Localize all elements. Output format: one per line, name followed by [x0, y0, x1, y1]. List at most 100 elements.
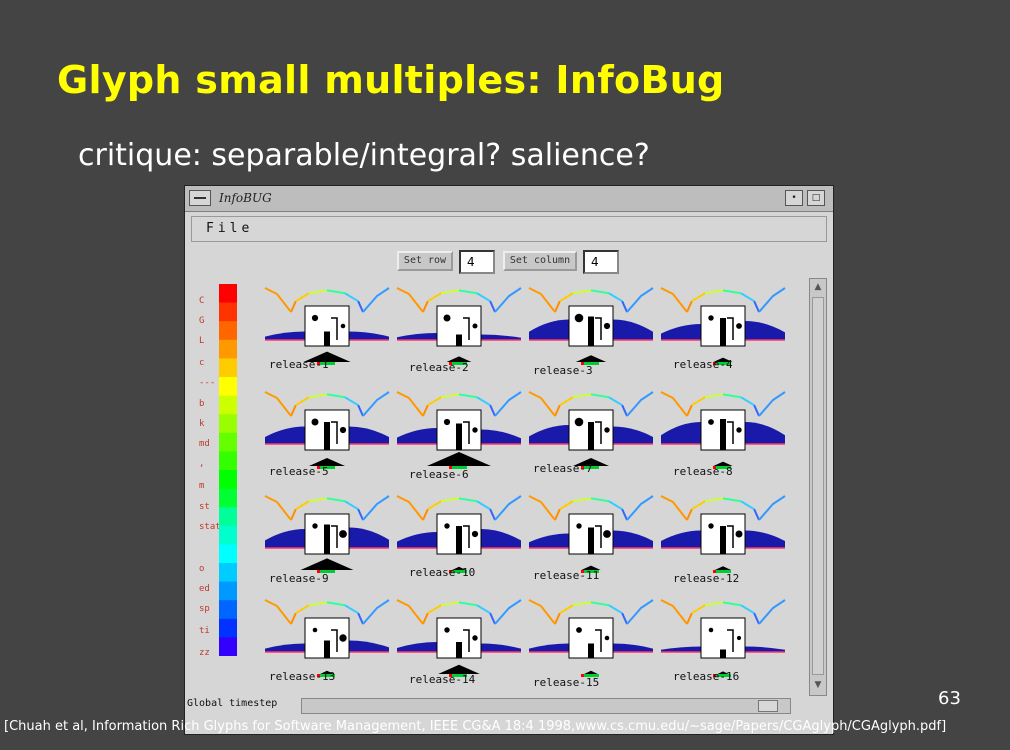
set-column-field[interactable]: 4 [583, 250, 619, 274]
color-legend-bar [219, 284, 237, 656]
left-wing [265, 426, 305, 444]
glyph-body-bar [456, 423, 462, 450]
legend-label: o [199, 564, 205, 574]
right-antenna [758, 391, 786, 417]
glyph-tail [300, 558, 354, 570]
left-wing [661, 422, 701, 444]
menubar: File [191, 216, 827, 242]
antenna-arc-segment [308, 393, 328, 399]
legend-swatch [219, 637, 237, 656]
right-antenna [758, 599, 786, 625]
glyph-body-bar [324, 640, 330, 658]
right-antenna [362, 495, 390, 521]
legend-swatch [219, 395, 237, 415]
antenna-arc-segment [704, 393, 724, 399]
legend-swatch [219, 432, 237, 452]
antenna-arc-segment [559, 292, 574, 303]
set-row-button[interactable]: Set row [397, 251, 453, 271]
glyph-eye-right [603, 322, 611, 330]
left-antenna [396, 391, 424, 417]
infobug-glyph [528, 391, 654, 469]
antenna-arc-segment [295, 500, 310, 511]
scroll-up-arrow-icon[interactable]: ▲ [812, 281, 824, 293]
antenna-arc-segment [422, 300, 429, 313]
antenna-arc-segment [427, 604, 442, 615]
window-title: InfoBUG [219, 191, 272, 205]
left-antenna [660, 287, 688, 313]
legend-swatch [219, 563, 237, 583]
glyph-body-bar [456, 334, 462, 346]
legend-swatch [219, 488, 237, 508]
infobug-glyph [660, 495, 786, 573]
antenna-arc-segment [295, 604, 310, 615]
minimize-button[interactable]: • [785, 190, 803, 206]
antenna-arc-segment [554, 404, 561, 417]
timestep-slider[interactable] [301, 698, 791, 714]
antenna-arc-segment [572, 497, 592, 503]
scroll-down-arrow-icon[interactable]: ▼ [812, 679, 824, 691]
vertical-scroll-thumb[interactable] [812, 297, 824, 675]
antenna-arc-segment [357, 508, 364, 521]
antenna-arc-segment [476, 604, 491, 615]
antenna-arc-segment [691, 500, 706, 511]
legend-label: k [199, 419, 205, 429]
left-wing [397, 532, 437, 548]
left-wing [397, 333, 437, 340]
glyph-body-bar [588, 643, 594, 658]
antenna-arc-segment [621, 300, 628, 313]
glyph-label: release-2 [409, 361, 469, 374]
glyph-body-bar [456, 526, 462, 554]
right-wing [481, 429, 521, 444]
antenna-arc-segment [608, 396, 623, 407]
left-antenna [396, 599, 424, 625]
glyph-eye-left [312, 523, 318, 529]
right-antenna [626, 287, 654, 313]
glyph-tail [427, 452, 491, 466]
legend-label: , [199, 459, 205, 469]
glyph-eye-right [472, 323, 478, 329]
glyph-tail [575, 355, 607, 362]
left-antenna [660, 495, 688, 521]
legend-swatch [219, 525, 237, 545]
antenna-arc-segment [290, 404, 297, 417]
legend-swatch [219, 507, 237, 527]
antenna-arc-segment [326, 289, 346, 295]
antenna-arc-segment [608, 500, 623, 511]
antenna-arc-segment [476, 396, 491, 407]
set-row-field[interactable]: 4 [459, 250, 495, 274]
infobug-glyph [528, 599, 654, 677]
antenna-arc-segment [554, 508, 561, 521]
left-antenna [264, 391, 292, 417]
right-wing [349, 640, 389, 652]
legend-label: stat [199, 522, 221, 532]
maximize-button[interactable]: □ [807, 190, 825, 206]
glyph-eye-right [736, 635, 742, 641]
glyph-label: release-8 [673, 465, 733, 478]
legend-swatch [219, 600, 237, 620]
glyph-eye-right [604, 635, 610, 641]
glyph-eye-right [736, 323, 742, 329]
antenna-arc-segment [559, 604, 574, 615]
menu-file[interactable]: File [206, 221, 253, 236]
glyph-body-bar [588, 527, 594, 554]
window-menu-button[interactable] [189, 190, 211, 206]
infobug-glyph [528, 495, 654, 573]
glyph-label: release-5 [269, 465, 329, 478]
glyph-label: release-11 [533, 569, 600, 582]
vertical-scrollbar[interactable]: ▲ ▼ [809, 278, 827, 696]
right-antenna [626, 599, 654, 625]
infobug-glyph [264, 599, 390, 677]
timestep-slider-thumb[interactable] [758, 700, 778, 712]
glyph-label: release-14 [409, 673, 476, 686]
right-wing [349, 331, 389, 340]
antenna-arc-segment [608, 604, 623, 615]
right-antenna [362, 391, 390, 417]
left-antenna [396, 287, 424, 313]
glyph-label: release-15 [533, 676, 600, 689]
set-column-button[interactable]: Set column [503, 251, 577, 271]
glyph-eye-left [443, 314, 451, 322]
glyph-body-bar [588, 422, 594, 450]
glyph-eye-right [339, 530, 347, 538]
glyph-body-bar [456, 642, 462, 658]
left-wing [529, 319, 569, 340]
